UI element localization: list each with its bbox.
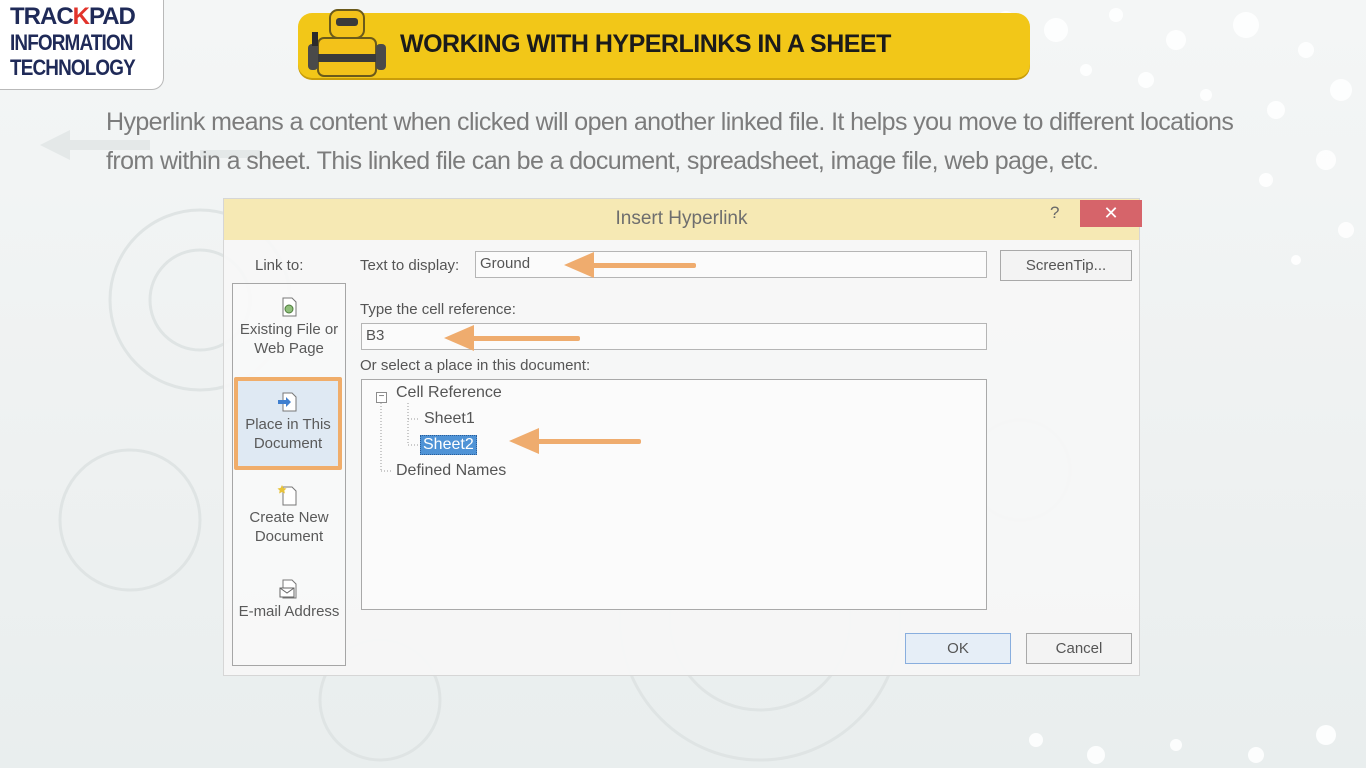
tree-node-sheet2[interactable]: Sheet2 [420,435,477,455]
text-to-display-input[interactable]: Ground [475,251,987,278]
tree-node-cell-reference[interactable]: Cell Reference [396,384,502,402]
dialog-title: Insert Hyperlink [615,208,748,229]
place-in-document-label: Or select a place in this document: [360,357,591,374]
text-to-display-label: Text to display: [360,257,460,274]
link-to-label: Link to: [255,257,304,274]
cell-reference-input[interactable]: B3 [361,323,987,350]
link-to-create-new[interactable]: Create New Document [233,484,345,546]
new-document-icon [277,485,297,506]
email-icon [279,579,297,599]
trackpad-logo: TRACKPAD INFORMATION TECHNOLOGY [0,0,164,90]
insert-hyperlink-dialog: Insert Hyperlink ? ✕ Link to: Existing F… [223,198,1142,676]
cell-reference-label: Type the cell reference: [360,301,516,318]
link-to-email[interactable]: E-mail Address [233,578,345,621]
ok-button[interactable]: OK [905,633,1011,664]
close-button[interactable]: ✕ [1080,200,1142,227]
page-title: WORKING WITH HYPERLINKS IN A SHEET [400,30,891,58]
link-to-place-in-document[interactable]: Place in This Document [234,377,342,470]
title-banner: WORKING WITH HYPERLINKS IN A SHEET [298,13,1030,78]
link-to-item-label: Existing File or Web Page [239,321,339,357]
logo-line-technology: TECHNOLOGY [10,55,136,80]
link-to-existing-file[interactable]: Existing File or Web Page [233,296,345,358]
robot-mascot-icon [308,9,386,77]
logo-line-trackpad: TRACKPAD [10,3,136,30]
link-to-item-label: Create New Document [249,509,329,545]
place-tree-view[interactable]: − Cell Reference Sheet1 Sheet2 Defined N… [361,379,987,610]
help-button[interactable]: ? [1050,203,1059,223]
screentip-button[interactable]: ScreenTip... [1000,250,1132,281]
dialog-titlebar: Insert Hyperlink ? ✕ [224,199,1142,240]
logo-line-information: INFORMATION [10,30,133,55]
link-to-item-label: Place in This Document [245,416,331,452]
tree-node-sheet1[interactable]: Sheet1 [424,410,475,428]
collapse-expander-icon[interactable]: − [376,392,387,403]
cancel-button[interactable]: Cancel [1026,633,1132,664]
link-to-item-label: E-mail Address [238,603,340,620]
tree-node-defined-names[interactable]: Defined Names [396,462,506,480]
existing-file-icon [282,297,297,317]
place-in-document-icon [278,392,297,412]
intro-paragraph: Hyperlink means a content when clicked w… [106,108,1234,175]
link-to-panel: Existing File or Web Page Place in This … [232,283,346,666]
